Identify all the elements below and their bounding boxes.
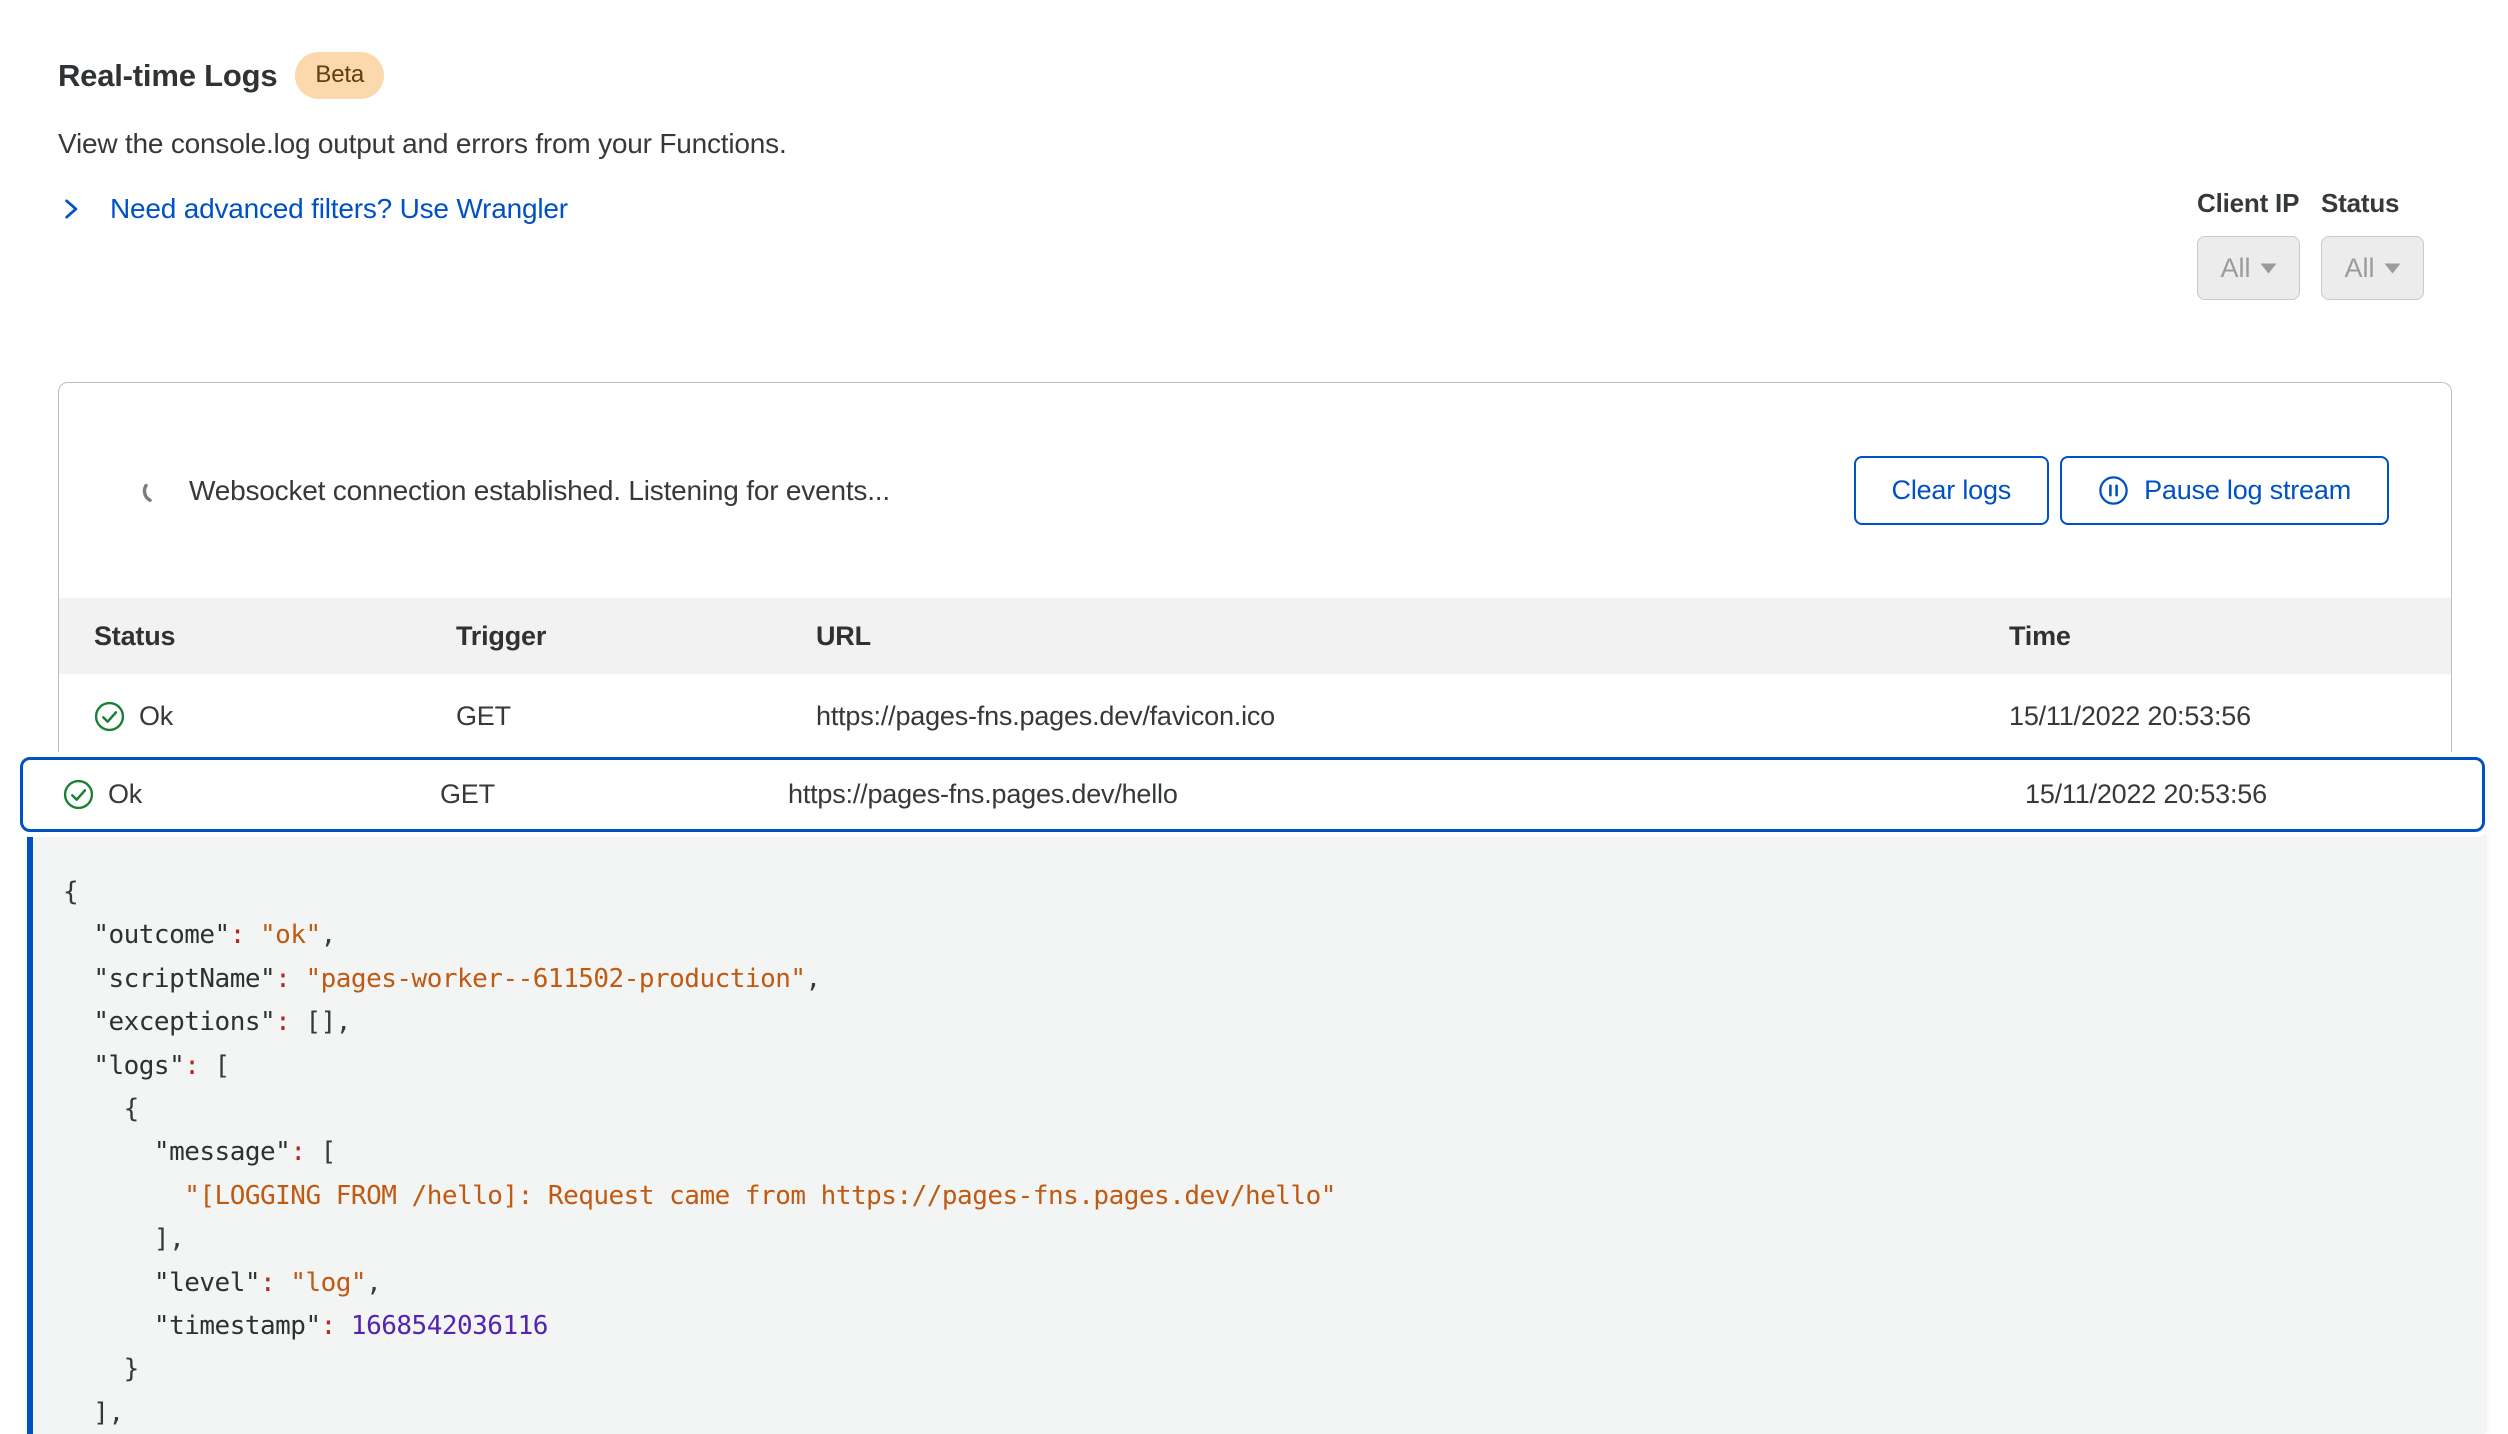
status-filter: Status All <box>2321 188 2424 300</box>
trigger-value: GET <box>440 779 788 810</box>
clear-logs-button[interactable]: Clear logs <box>1854 456 2050 525</box>
status-cell: Ok <box>94 701 456 732</box>
log-json-viewer: { "outcome": "ok", "scriptName": "pages-… <box>63 871 2464 1434</box>
status-value: Ok <box>108 779 142 810</box>
log-filters: Client IP All Status All <box>2197 188 2424 300</box>
status-filter-dropdown[interactable]: All <box>2321 236 2424 300</box>
pause-icon <box>2098 475 2129 506</box>
caret-down-icon <box>2260 263 2277 274</box>
status-value: Ok <box>139 701 173 732</box>
pause-log-stream-label: Pause log stream <box>2144 475 2351 506</box>
client-ip-filter-value: All <box>2220 253 2250 284</box>
page-subtitle: View the console.log output and errors f… <box>58 128 787 160</box>
status-cell: Ok <box>63 779 440 810</box>
expanded-log-entry: Ok GET https://pages-fns.pages.dev/hello… <box>20 757 2485 1434</box>
client-ip-filter: Client IP All <box>2197 188 2300 300</box>
column-header-status: Status <box>94 621 456 652</box>
url-value: https://pages-fns.pages.dev/favicon.ico <box>816 701 2009 732</box>
log-table-header: Status Trigger URL Time <box>59 598 2451 674</box>
websocket-status-message: Websocket connection established. Listen… <box>189 475 890 507</box>
toolbar-actions: Clear logs Pause log stream <box>1854 456 2389 525</box>
url-value: https://pages-fns.pages.dev/hello <box>788 779 2025 810</box>
column-header-time: Time <box>2009 621 2451 652</box>
time-value: 15/11/2022 20:53:56 <box>2009 701 2451 732</box>
logs-toolbar: Websocket connection established. Listen… <box>59 383 2451 598</box>
column-header-trigger: Trigger <box>456 621 816 652</box>
status-filter-value: All <box>2344 253 2374 284</box>
page-header: Real-time Logs Beta <box>58 52 384 99</box>
wrangler-link-label: Need advanced filters? Use Wrangler <box>110 193 568 225</box>
page-title: Real-time Logs <box>58 58 277 94</box>
selected-log-row[interactable]: Ok GET https://pages-fns.pages.dev/hello… <box>20 757 2485 832</box>
log-table-row[interactable]: Ok GET https://pages-fns.pages.dev/favic… <box>59 674 2451 759</box>
chevron-right-icon <box>58 196 84 222</box>
success-check-icon <box>63 779 94 810</box>
logs-panel: Websocket connection established. Listen… <box>58 382 2452 758</box>
caret-down-icon <box>2384 263 2401 274</box>
pause-log-stream-button[interactable]: Pause log stream <box>2060 456 2389 525</box>
trigger-value: GET <box>456 701 816 732</box>
status-filter-label: Status <box>2321 188 2424 219</box>
client-ip-filter-label: Client IP <box>2197 188 2300 219</box>
log-json-panel: { "outcome": "ok", "scriptName": "pages-… <box>27 831 2484 1434</box>
time-value: 15/11/2022 20:53:56 <box>2025 779 2482 810</box>
column-header-url: URL <box>816 621 2009 652</box>
success-check-icon <box>94 701 125 732</box>
client-ip-filter-dropdown[interactable]: All <box>2197 236 2300 300</box>
clear-logs-label: Clear logs <box>1892 475 2012 506</box>
beta-badge: Beta <box>295 52 384 99</box>
wrangler-link[interactable]: Need advanced filters? Use Wrangler <box>58 193 568 225</box>
spinner-icon <box>141 477 169 505</box>
